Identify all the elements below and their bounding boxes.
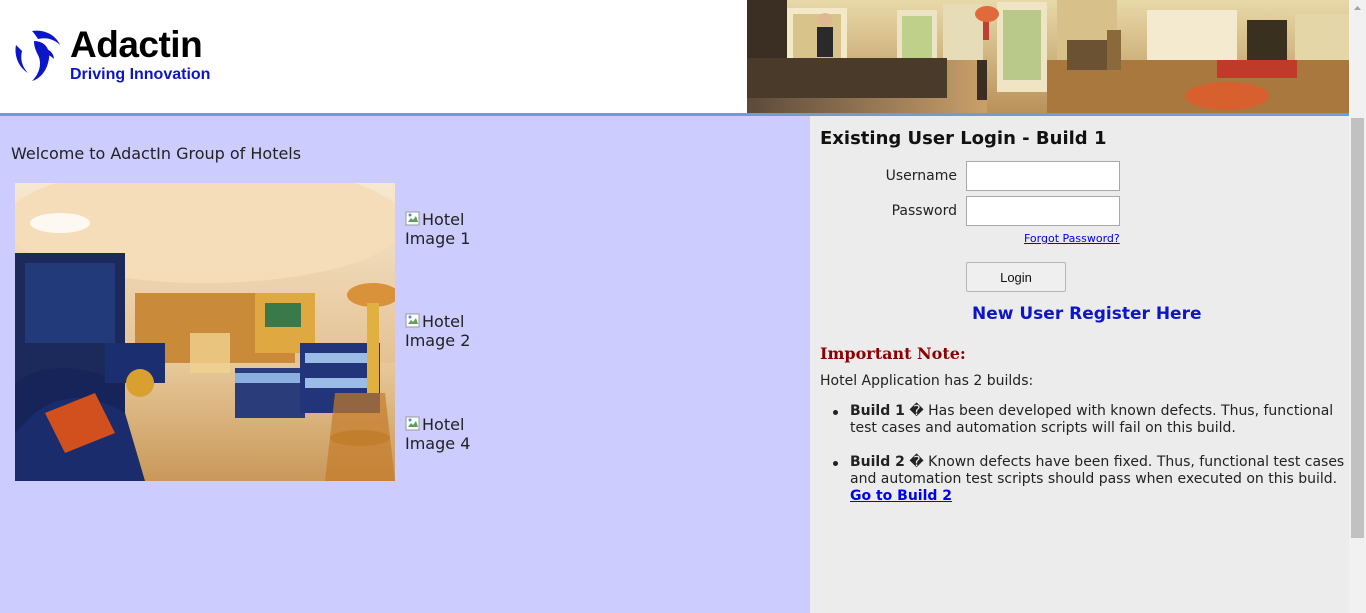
login-panel: Existing User Login - Build 1 Username P…: [810, 116, 1349, 613]
new-user-register-link[interactable]: New User Register Here: [972, 304, 1202, 324]
build-1-name: Build 1: [850, 403, 905, 419]
build-2-separator: �: [904, 454, 929, 470]
broken-image-icon: [405, 211, 420, 226]
broken-image-icon: [405, 416, 420, 431]
adactin-logo[interactable]: Adactin Driving Innovation: [10, 24, 240, 89]
hotel-image-1: Hotel Image 1: [405, 210, 505, 248]
hotel-lobby-banner-image: [747, 0, 1349, 113]
hotel-image-2: Hotel Image 2: [405, 312, 505, 350]
build-list: Build 1 � Has been developed with known …: [820, 403, 1345, 522]
login-button[interactable]: Login: [966, 262, 1066, 292]
password-input[interactable]: [966, 196, 1120, 226]
welcome-heading: Welcome to AdactIn Group of Hotels: [11, 144, 302, 163]
important-note-title: Important Note:: [820, 344, 966, 363]
username-input[interactable]: [966, 161, 1120, 191]
build-2-name: Build 2: [850, 454, 905, 470]
hotel-image-4: Hotel Image 4: [405, 415, 505, 453]
login-title: Existing User Login - Build 1: [820, 128, 1107, 149]
hotel-suite-illustration: [15, 183, 395, 481]
hotel-suite-photo: [15, 183, 395, 481]
page-header: Adactin Driving Innovation: [0, 0, 1349, 116]
welcome-panel: Welcome to AdactIn Group of Hotels Hotel…: [0, 116, 810, 613]
broken-image-icon: [405, 313, 420, 328]
lobby-photo-illustration: [747, 0, 1349, 113]
page-scrollbar[interactable]: [1349, 0, 1366, 613]
build-1-separator: �: [904, 403, 929, 419]
forgot-password-link[interactable]: Forgot Password?: [1024, 232, 1120, 245]
go-to-build-2-link[interactable]: Go to Build 2: [850, 488, 952, 504]
logo-name: Adactin: [70, 24, 203, 65]
password-label: Password: [891, 203, 957, 219]
adactin-logo-mark-icon: [15, 30, 60, 81]
important-note-intro: Hotel Application has 2 builds:: [820, 373, 1034, 389]
username-label: Username: [885, 168, 957, 184]
scrollbar-thumb[interactable]: [1351, 118, 1364, 538]
list-item: Build 2 � Known defects have been fixed.…: [820, 454, 1345, 505]
scroll-up-arrow-icon[interactable]: [1349, 0, 1366, 17]
list-item: Build 1 � Has been developed with known …: [820, 403, 1345, 437]
logo-tagline: Driving Innovation: [70, 66, 211, 83]
